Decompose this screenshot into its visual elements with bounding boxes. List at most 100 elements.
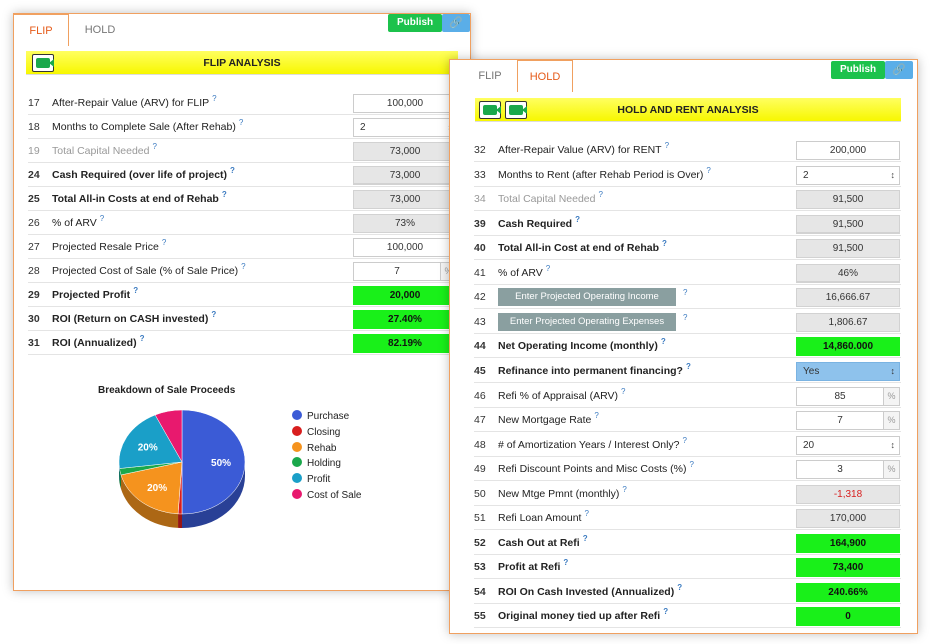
value-field: 73,000 bbox=[353, 142, 457, 161]
row-label-text: Original money tied up after Refi bbox=[498, 610, 661, 623]
help-icon[interactable]: ? bbox=[546, 264, 550, 273]
months-select[interactable]: 2 bbox=[353, 118, 457, 137]
help-icon[interactable]: ? bbox=[663, 607, 668, 616]
table-row: 34 Total Capital Needed? 91,500 bbox=[474, 187, 901, 212]
cost-of-sale-input[interactable]: 7 bbox=[353, 262, 441, 281]
arv-input[interactable]: 100,000 bbox=[353, 94, 457, 113]
value-field: 164,900 bbox=[796, 533, 900, 553]
row-label-text: ROI (Return on CASH invested) bbox=[52, 313, 209, 325]
table-row: 53 Profit at Refi? 73,400 bbox=[474, 555, 901, 580]
help-icon[interactable]: ? bbox=[706, 166, 710, 175]
refinance-select[interactable]: Yes bbox=[796, 361, 900, 381]
help-icon[interactable]: ? bbox=[140, 334, 145, 343]
legend-item[interactable]: Profit bbox=[292, 472, 361, 488]
help-icon[interactable]: ? bbox=[239, 118, 243, 127]
help-icon[interactable]: ? bbox=[563, 558, 568, 567]
row-number: 26 bbox=[28, 217, 40, 229]
row-label-text: Cash Out at Refi bbox=[498, 536, 580, 549]
row-label: After-Repair Value (ARV) for RENT? bbox=[498, 138, 669, 162]
arv-rent-input[interactable]: 200,000 bbox=[796, 141, 900, 160]
refi-percent-input[interactable]: 85 bbox=[796, 386, 884, 406]
help-icon[interactable]: ? bbox=[212, 94, 216, 103]
tab-hold[interactable]: HOLD bbox=[517, 60, 573, 92]
help-icon[interactable]: ? bbox=[583, 534, 588, 543]
publish-button[interactable]: Publish bbox=[388, 14, 443, 32]
row-label-text: Cash Required (over life of project) bbox=[52, 169, 228, 181]
row-label-text: After-Repair Value (ARV) for RENT bbox=[498, 144, 662, 156]
help-icon[interactable]: ? bbox=[230, 166, 235, 175]
row-label: Total Capital Needed? bbox=[52, 139, 157, 163]
help-icon[interactable]: ? bbox=[133, 286, 138, 295]
link-button[interactable]: 🔗 bbox=[442, 14, 470, 32]
link-icon: 🔗 bbox=[449, 17, 463, 29]
help-icon[interactable]: ? bbox=[584, 509, 588, 518]
table-row: 40 Total All-in Cost at end of Rehab? 91,5… bbox=[474, 236, 901, 261]
mortgage-rate-input[interactable]: 7 bbox=[796, 411, 884, 431]
help-icon[interactable]: ? bbox=[622, 485, 626, 494]
months-to-rent-select[interactable]: 2 bbox=[796, 165, 900, 185]
publish-button[interactable]: Publish bbox=[831, 61, 886, 79]
link-button[interactable]: 🔗 bbox=[885, 61, 913, 79]
help-icon[interactable]: ? bbox=[683, 436, 687, 445]
help-icon[interactable]: ? bbox=[662, 239, 667, 248]
legend-item[interactable]: Purchase bbox=[292, 409, 361, 425]
video-camera-icon[interactable] bbox=[32, 54, 54, 72]
help-icon[interactable]: ? bbox=[598, 190, 602, 199]
value-field: 46% bbox=[796, 263, 900, 283]
table-row: 48 # of Amortization Years / Interest Onl… bbox=[474, 433, 901, 457]
row-label-text: Projected Cost of Sale (% of Sale Price) bbox=[52, 265, 239, 277]
refi-points-input[interactable]: 3 bbox=[796, 460, 884, 480]
row-label: Projected Resale Price? bbox=[52, 235, 166, 259]
row-number: 53 bbox=[474, 561, 486, 574]
help-icon[interactable]: ? bbox=[621, 387, 625, 396]
table-row: 28 Projected Cost of Sale (% of Sale Pric… bbox=[28, 259, 458, 283]
legend-item[interactable]: Rehab bbox=[292, 441, 361, 457]
value-field: 0 bbox=[796, 607, 900, 627]
row-label: Months to Rent (after Rehab Period is Ov… bbox=[498, 163, 711, 187]
help-icon[interactable]: ? bbox=[683, 310, 687, 326]
resale-price-input[interactable]: 100,000 bbox=[353, 238, 457, 257]
help-icon[interactable]: ? bbox=[665, 141, 669, 150]
help-icon[interactable]: ? bbox=[594, 411, 598, 420]
help-icon[interactable]: ? bbox=[162, 238, 166, 247]
help-icon[interactable]: ? bbox=[211, 310, 216, 319]
tab-flip[interactable]: FLIP bbox=[462, 60, 518, 92]
row-label: New Mtge Pmnt (monthly)? bbox=[498, 482, 627, 506]
table-row: 29 Projected Profit? 20,000 bbox=[28, 283, 458, 307]
operating-button[interactable]: Enter Projected Operating Expenses bbox=[498, 312, 676, 331]
help-icon[interactable]: ? bbox=[575, 215, 580, 224]
help-icon[interactable]: ? bbox=[100, 214, 104, 223]
amortization-select[interactable]: 20 bbox=[796, 435, 900, 455]
value-field: 14,860.000 bbox=[796, 337, 900, 357]
row-label: Cash Required (over life of project)? bbox=[52, 163, 235, 187]
table-row: 33 Months to Rent (after Rehab Period is … bbox=[474, 163, 901, 187]
row-label: Refi % of Appraisal (ARV)? bbox=[498, 384, 625, 408]
help-icon[interactable]: ? bbox=[222, 190, 227, 199]
video-camera-icon[interactable] bbox=[505, 101, 527, 119]
help-icon[interactable]: ? bbox=[683, 285, 687, 301]
help-icon[interactable]: ? bbox=[661, 337, 666, 346]
legend-swatch bbox=[292, 425, 302, 436]
tab-flip[interactable]: FLIP bbox=[13, 14, 69, 46]
row-number: 45 bbox=[474, 364, 486, 377]
table-row: 41 % of ARV? 46% bbox=[474, 261, 901, 285]
row-label-text: Refi Discount Points and Misc Costs (%) bbox=[498, 463, 687, 476]
row-label: After-Repair Value (ARV) for FLIP? bbox=[52, 91, 217, 115]
row-label-text: Projected Resale Price bbox=[52, 241, 159, 253]
legend-item[interactable]: Closing bbox=[292, 425, 361, 441]
video-camera-icon[interactable] bbox=[479, 101, 501, 119]
help-icon[interactable]: ? bbox=[686, 362, 691, 371]
legend-item[interactable]: Cost of Sale bbox=[292, 488, 361, 504]
row-number: 41 bbox=[474, 266, 486, 279]
tab-hold[interactable]: HOLD bbox=[72, 14, 128, 46]
operating-button[interactable]: Enter Projected Operating Income bbox=[498, 288, 676, 307]
help-icon[interactable]: ? bbox=[241, 262, 245, 271]
row-label-text: Total All-in Costs at end of Rehab bbox=[52, 193, 219, 205]
help-icon[interactable]: ? bbox=[152, 142, 156, 151]
help-icon[interactable]: ? bbox=[677, 583, 682, 592]
row-number: 25 bbox=[28, 193, 40, 205]
legend-item[interactable]: Holding bbox=[292, 456, 361, 472]
pie-data-label: 50% bbox=[211, 458, 231, 469]
help-icon[interactable]: ? bbox=[689, 460, 693, 469]
row-label: ROI (Return on CASH invested)? bbox=[52, 307, 216, 331]
